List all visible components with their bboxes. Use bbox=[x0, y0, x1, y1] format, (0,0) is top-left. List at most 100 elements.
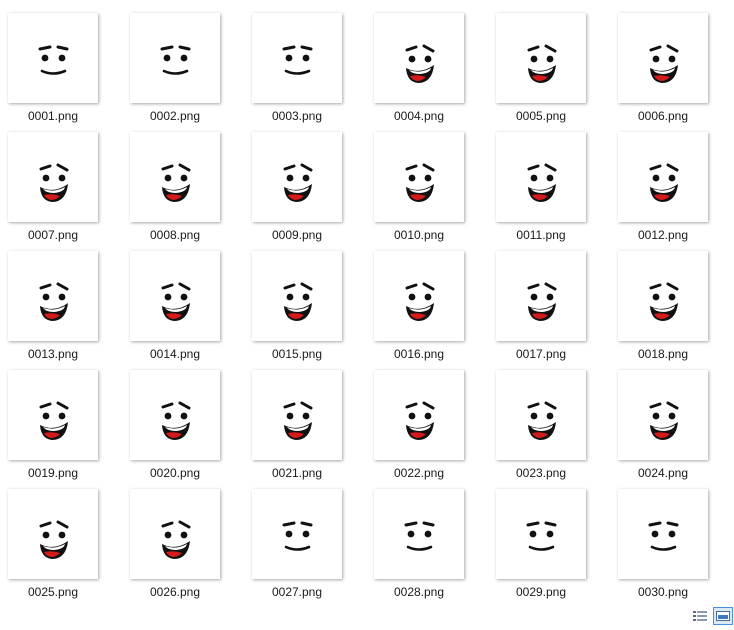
file-thumbnail bbox=[130, 132, 220, 222]
laughing-face-icon bbox=[527, 44, 557, 83]
laughing-face-icon bbox=[405, 282, 435, 321]
laughing-face-icon bbox=[39, 163, 69, 202]
laughing-face-icon bbox=[39, 401, 69, 440]
file-item[interactable]: 0017.png bbox=[486, 251, 596, 369]
smiling-face-icon bbox=[282, 45, 313, 75]
file-thumbnail bbox=[496, 13, 586, 103]
smiling-face-icon bbox=[38, 45, 69, 75]
file-thumbnail bbox=[252, 13, 342, 103]
file-item[interactable]: 0012.png bbox=[608, 132, 718, 250]
file-thumbnail bbox=[8, 132, 98, 222]
file-item[interactable]: 0025.png bbox=[0, 489, 108, 607]
file-thumbnail bbox=[496, 251, 586, 341]
file-item[interactable]: 0006.png bbox=[608, 13, 718, 131]
file-item[interactable]: 0002.png bbox=[120, 13, 230, 131]
file-item[interactable]: 0001.png bbox=[0, 13, 108, 131]
laughing-face-icon bbox=[405, 44, 435, 83]
file-item[interactable]: 0003.png bbox=[242, 13, 352, 131]
laughing-face-icon bbox=[649, 163, 679, 202]
file-name-label: 0019.png bbox=[27, 466, 79, 480]
file-thumbnail bbox=[8, 489, 98, 579]
file-item[interactable]: 0021.png bbox=[242, 370, 352, 488]
file-item[interactable]: 0018.png bbox=[608, 251, 718, 369]
file-item[interactable]: 0029.png bbox=[486, 489, 596, 607]
file-name-label: 0029.png bbox=[515, 585, 567, 599]
file-item[interactable]: 0026.png bbox=[120, 489, 230, 607]
laughing-face-icon bbox=[283, 163, 313, 202]
file-name-label: 0026.png bbox=[149, 585, 201, 599]
file-name-label: 0003.png bbox=[271, 109, 323, 123]
file-name-label: 0030.png bbox=[637, 585, 689, 599]
smiling-face-icon bbox=[404, 521, 435, 551]
smiling-face-icon bbox=[160, 45, 191, 75]
laughing-face-icon bbox=[283, 282, 313, 321]
file-thumbnail bbox=[618, 370, 708, 460]
laughing-face-icon bbox=[405, 401, 435, 440]
file-item[interactable]: 0015.png bbox=[242, 251, 352, 369]
file-name-label: 0001.png bbox=[27, 109, 79, 123]
laughing-face-icon bbox=[527, 401, 557, 440]
file-item[interactable]: 0014.png bbox=[120, 251, 230, 369]
file-item[interactable]: 0010.png bbox=[364, 132, 474, 250]
file-item[interactable]: 0016.png bbox=[364, 251, 474, 369]
file-thumbnail bbox=[252, 489, 342, 579]
file-name-label: 0027.png bbox=[271, 585, 323, 599]
laughing-face-icon bbox=[649, 401, 679, 440]
file-item[interactable]: 0022.png bbox=[364, 370, 474, 488]
file-thumbnail bbox=[130, 251, 220, 341]
file-name-label: 0013.png bbox=[27, 347, 79, 361]
smiling-face-icon bbox=[648, 521, 679, 551]
file-name-label: 0012.png bbox=[637, 228, 689, 242]
laughing-face-icon bbox=[39, 520, 69, 559]
file-item[interactable]: 0030.png bbox=[608, 489, 718, 607]
file-item[interactable]: 0028.png bbox=[364, 489, 474, 607]
file-item[interactable]: 0009.png bbox=[242, 132, 352, 250]
file-thumbnail bbox=[374, 489, 464, 579]
file-thumbnail bbox=[130, 489, 220, 579]
file-item[interactable]: 0013.png bbox=[0, 251, 108, 369]
file-thumbnail bbox=[8, 370, 98, 460]
file-item[interactable]: 0008.png bbox=[120, 132, 230, 250]
file-name-label: 0015.png bbox=[271, 347, 323, 361]
file-item[interactable]: 0023.png bbox=[486, 370, 596, 488]
file-name-label: 0014.png bbox=[149, 347, 201, 361]
laughing-face-icon bbox=[405, 163, 435, 202]
file-item[interactable]: 0019.png bbox=[0, 370, 108, 488]
laughing-face-icon bbox=[161, 282, 191, 321]
file-thumbnail bbox=[8, 13, 98, 103]
laughing-face-icon bbox=[161, 163, 191, 202]
file-thumbnail bbox=[130, 13, 220, 103]
details-view-button[interactable] bbox=[690, 607, 710, 625]
file-name-label: 0006.png bbox=[637, 109, 689, 123]
file-grid: 0001.png 0002.png 0003.png 0004.png 0005.png… bbox=[0, 0, 734, 600]
file-thumbnail bbox=[8, 251, 98, 341]
large-icons-view-button[interactable] bbox=[713, 607, 733, 625]
file-item[interactable]: 0024.png bbox=[608, 370, 718, 488]
file-name-label: 0005.png bbox=[515, 109, 567, 123]
file-thumbnail bbox=[252, 370, 342, 460]
file-name-label: 0018.png bbox=[637, 347, 689, 361]
file-name-label: 0008.png bbox=[149, 228, 201, 242]
file-name-label: 0002.png bbox=[149, 109, 201, 123]
file-name-label: 0009.png bbox=[271, 228, 323, 242]
file-thumbnail bbox=[374, 13, 464, 103]
smiling-face-icon bbox=[526, 521, 557, 551]
file-name-label: 0021.png bbox=[271, 466, 323, 480]
file-thumbnail bbox=[374, 251, 464, 341]
laughing-face-icon bbox=[39, 282, 69, 321]
file-item[interactable]: 0005.png bbox=[486, 13, 596, 131]
file-item[interactable]: 0020.png bbox=[120, 370, 230, 488]
file-name-label: 0004.png bbox=[393, 109, 445, 123]
laughing-face-icon bbox=[649, 282, 679, 321]
file-thumbnail bbox=[618, 489, 708, 579]
laughing-face-icon bbox=[649, 44, 679, 83]
file-item[interactable]: 0011.png bbox=[486, 132, 596, 250]
file-thumbnail bbox=[374, 132, 464, 222]
file-name-label: 0017.png bbox=[515, 347, 567, 361]
file-name-label: 0024.png bbox=[637, 466, 689, 480]
status-bar bbox=[0, 604, 734, 628]
file-thumbnail bbox=[252, 132, 342, 222]
file-item[interactable]: 0004.png bbox=[364, 13, 474, 131]
file-item[interactable]: 0007.png bbox=[0, 132, 108, 250]
file-item[interactable]: 0027.png bbox=[242, 489, 352, 607]
